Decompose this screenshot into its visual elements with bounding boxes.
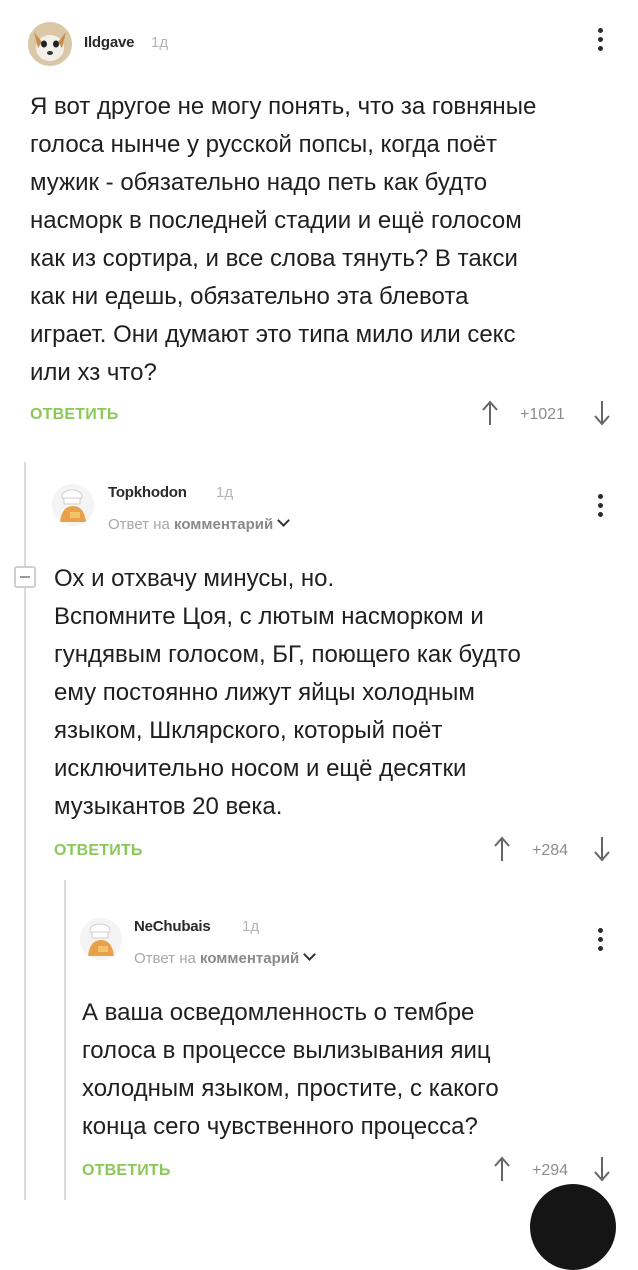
text-line: исключительно носом и ещё десятки — [54, 755, 467, 782]
text-line: конца сего чувственного процесса? — [82, 1113, 478, 1140]
reply-to-target[interactable]: комментарий — [200, 950, 299, 967]
chevron-down-icon[interactable] — [277, 514, 291, 527]
more-vertical-icon[interactable] — [598, 28, 604, 54]
text-line: голоса нынче у русской попсы, когда поёт — [30, 131, 498, 158]
reply-to-prefix: Ответ на — [108, 516, 170, 533]
timestamp: 1д — [151, 34, 169, 51]
text-line: гундявым голосом, БГ, поющего как будто — [54, 641, 521, 668]
text-line: играет. Они думают это типа мило или сек… — [30, 321, 516, 348]
more-vertical-icon[interactable] — [598, 928, 604, 954]
rating: +1021 — [520, 406, 565, 423]
thread-line-level-2 — [64, 880, 66, 1200]
rating: +284 — [532, 842, 569, 859]
rating: +294 — [532, 1162, 569, 1179]
timestamp: 1д — [242, 918, 260, 935]
text-line: как из сортира, и все слова тянуть? В та… — [30, 245, 518, 272]
dog-avatar[interactable] — [28, 22, 72, 66]
cook-avatar[interactable] — [52, 484, 94, 526]
timestamp: 1д — [216, 484, 234, 501]
text-line: А ваша осведомленность о тембре — [82, 999, 475, 1026]
arrow-up-icon[interactable] — [480, 400, 500, 426]
username[interactable]: Ildgave — [84, 34, 134, 51]
comment-2-body: Ох и отхвачу минусы, но. Вспомните Цоя, … — [54, 560, 521, 826]
collapse-thread-icon[interactable] — [14, 566, 36, 588]
text-line: Я вот другое не могу понять, что за говн… — [30, 93, 537, 120]
reply-to-link[interactable]: Ответ на комментарий — [108, 514, 291, 533]
reply-button[interactable]: ОТВЕТИТЬ — [82, 1162, 171, 1180]
more-vertical-icon[interactable] — [598, 494, 604, 520]
reply-button[interactable]: ОТВЕТИТЬ — [30, 406, 119, 424]
cook-avatar[interactable] — [80, 918, 122, 960]
text-line: Вспомните Цоя, с лютым насморком и — [54, 603, 484, 630]
reply-to-link[interactable]: Ответ на комментарий — [134, 948, 317, 967]
chevron-down-icon[interactable] — [303, 948, 317, 961]
text-line: мужик - обязательно надо петь как будто — [30, 169, 488, 196]
text-line: Ох и отхвачу минусы, но. — [54, 565, 335, 592]
text-line: холодным языком, простите, с какого — [82, 1075, 499, 1102]
comment-3-body: А ваша осведомленность о тембре голоса в… — [82, 994, 499, 1146]
reply-to-prefix: Ответ на — [134, 950, 196, 967]
text-line: как ни едешь, обязательно эта блевота — [30, 283, 469, 310]
text-line: или хз что? — [30, 359, 157, 386]
text-line: голоса в процессе вылизывания яиц — [82, 1037, 491, 1064]
comment-1-body: Я вот другое не могу понять, что за говн… — [30, 88, 536, 392]
text-line: музыкантов 20 века. — [54, 793, 283, 820]
username[interactable]: NeChubais — [134, 918, 211, 935]
arrow-down-icon[interactable] — [592, 400, 612, 426]
reply-button[interactable]: ОТВЕТИТЬ — [54, 842, 143, 860]
username[interactable]: Topkhodon — [108, 484, 187, 501]
arrow-up-icon[interactable] — [492, 1156, 512, 1182]
reply-to-target[interactable]: комментарий — [174, 516, 273, 533]
floating-action-button[interactable] — [530, 1184, 616, 1270]
text-line: ему постоянно лижут яйцы холодным — [54, 679, 475, 706]
text-line: насморк в последней стадии и ещё голосом — [30, 207, 522, 234]
arrow-down-icon[interactable] — [592, 836, 612, 862]
arrow-up-icon[interactable] — [492, 836, 512, 862]
arrow-down-icon[interactable] — [592, 1156, 612, 1182]
text-line: языком, Шклярского, который поёт — [54, 717, 443, 744]
